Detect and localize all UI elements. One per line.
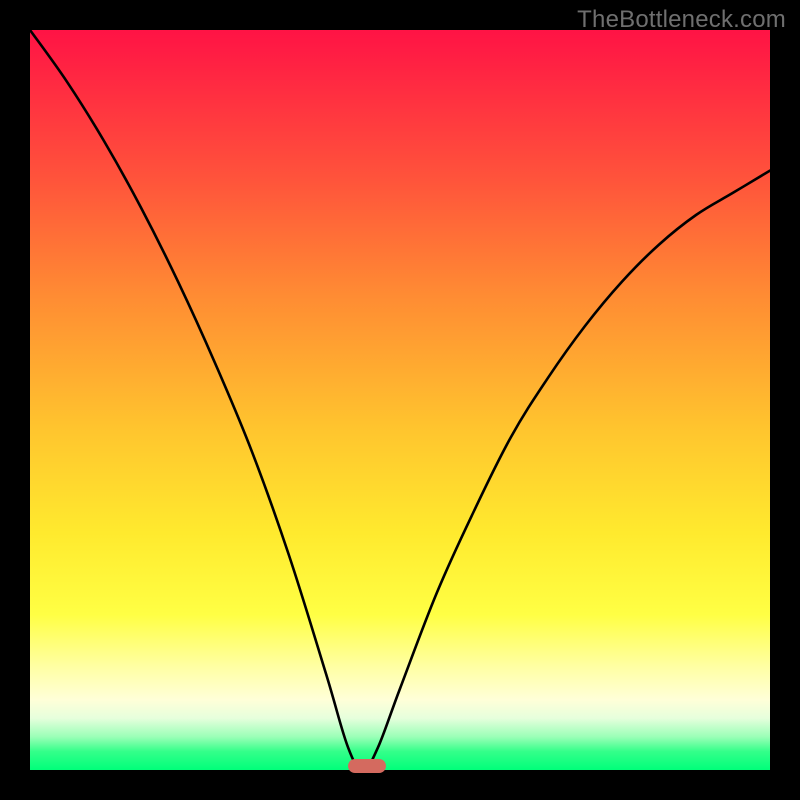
minimum-marker bbox=[348, 759, 386, 773]
plot-area bbox=[30, 30, 770, 770]
bottleneck-curve bbox=[30, 30, 770, 770]
chart-frame: TheBottleneck.com bbox=[0, 0, 800, 800]
watermark-text: TheBottleneck.com bbox=[577, 6, 786, 34]
